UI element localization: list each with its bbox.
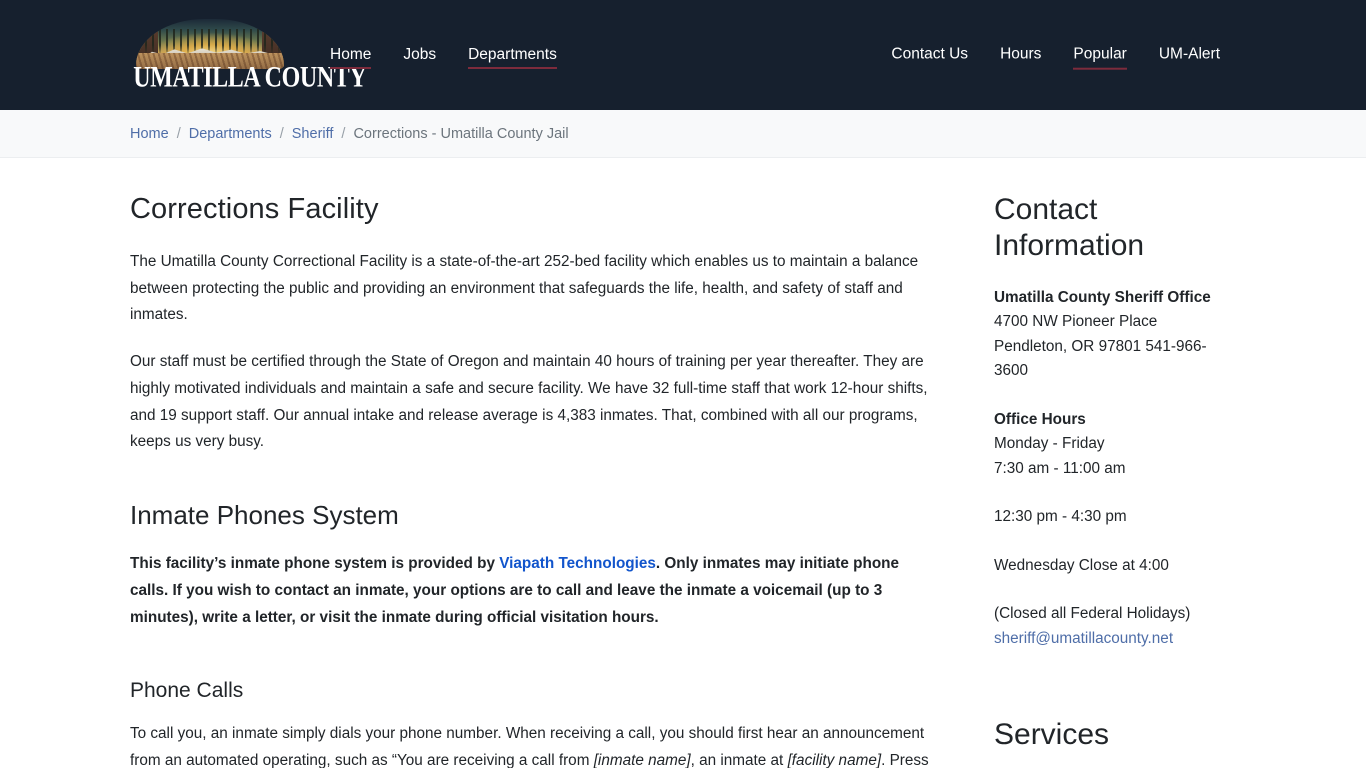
page-body: Corrections Facility The Umatilla County… [130, 158, 1236, 768]
placeholder-facility-name: [facility name] [788, 752, 882, 768]
nav-item-departments[interactable]: Departments [452, 40, 573, 71]
sheriff-email-link[interactable]: sheriff@umatillacounty.net [994, 627, 1236, 651]
phone-calls-paragraph: To call you, an inmate simply dials your… [130, 721, 936, 768]
contact-address-block: Umatilla County Sheriff Office 4700 NW P… [994, 286, 1236, 384]
office-hours-afternoon-block: 12:30 pm - 4:30 pm [994, 505, 1236, 529]
sidebar-contact-title: Contact Information [994, 192, 1236, 264]
breadcrumb-separator: / [177, 126, 181, 142]
sidebar-services-title: Services [994, 717, 1236, 753]
office-hours-morning: 7:30 am - 11:00 am [994, 457, 1236, 481]
intro-paragraph-2: Our staff must be certified through the … [130, 349, 936, 456]
phones-text-before-link: This facility’s inmate phone system is p… [130, 555, 499, 572]
main-content: Corrections Facility The Umatilla County… [130, 192, 960, 768]
holidays-and-email-block: (Closed all Federal Holidays) sheriff@um… [994, 602, 1236, 651]
site-logo[interactable]: UMATILLA COUNTY [130, 17, 290, 93]
intro-paragraph-1: The Umatilla County Correctional Facilit… [130, 249, 936, 329]
sheriff-office-name: Umatilla County Sheriff Office [994, 286, 1236, 310]
sidebar: Contact Information Umatilla County Sher… [960, 192, 1236, 768]
section-title-inmate-phones: Inmate Phones System [130, 500, 936, 531]
breadcrumb-item-home[interactable]: Home [130, 126, 169, 142]
address-line-1: 4700 NW Pioneer Place [994, 310, 1236, 334]
nav-item-home[interactable]: Home [314, 40, 387, 71]
placeholder-inmate-name: [inmate name] [594, 752, 691, 768]
breadcrumb-separator: / [280, 126, 284, 142]
viapath-technologies-link[interactable]: Viapath Technologies [499, 555, 656, 572]
nav-item-um-alert[interactable]: UM-Alert [1143, 40, 1236, 71]
breadcrumb-item-sheriff[interactable]: Sheriff [292, 126, 334, 142]
breadcrumb: Home / Departments / Sheriff / Correctio… [130, 126, 1236, 142]
breadcrumb-item-departments[interactable]: Departments [189, 126, 272, 142]
inmate-phones-paragraph: This facility’s inmate phone system is p… [130, 551, 936, 631]
phone-calls-text-2: , an inmate at [691, 752, 788, 768]
office-hours-wednesday-block: Wednesday Close at 4:00 [994, 554, 1236, 578]
page-title: Corrections Facility [130, 192, 936, 227]
breadcrumb-bar: Home / Departments / Sheriff / Correctio… [0, 110, 1366, 158]
breadcrumb-separator: / [341, 126, 345, 142]
office-hours-label: Office Hours [994, 408, 1236, 432]
nav-item-jobs[interactable]: Jobs [387, 40, 452, 71]
office-hours-block: Office Hours Monday - Friday 7:30 am - 1… [994, 408, 1236, 481]
office-hours-afternoon: 12:30 pm - 4:30 pm [994, 505, 1236, 529]
logo-wordmark: UMATILLA COUNTY [133, 63, 287, 93]
secondary-nav: Contact Us Hours Popular UM-Alert [875, 40, 1236, 71]
section-title-phone-calls: Phone Calls [130, 678, 936, 703]
office-hours-days: Monday - Friday [994, 432, 1236, 456]
header-inner: UMATILLA COUNTY Home Jobs Departments Co… [130, 0, 1236, 110]
address-line-2: Pendleton, OR 97801 541-966-3600 [994, 335, 1236, 384]
site-header: UMATILLA COUNTY Home Jobs Departments Co… [0, 0, 1366, 110]
nav-item-popular[interactable]: Popular [1057, 40, 1142, 71]
nav-item-contact-us[interactable]: Contact Us [875, 40, 984, 71]
office-hours-wednesday: Wednesday Close at 4:00 [994, 554, 1236, 578]
federal-holidays-note: (Closed all Federal Holidays) [994, 602, 1236, 626]
breadcrumb-item-current: Corrections - Umatilla County Jail [353, 126, 568, 142]
nav-item-hours[interactable]: Hours [984, 40, 1057, 71]
primary-nav: Home Jobs Departments [314, 40, 573, 71]
